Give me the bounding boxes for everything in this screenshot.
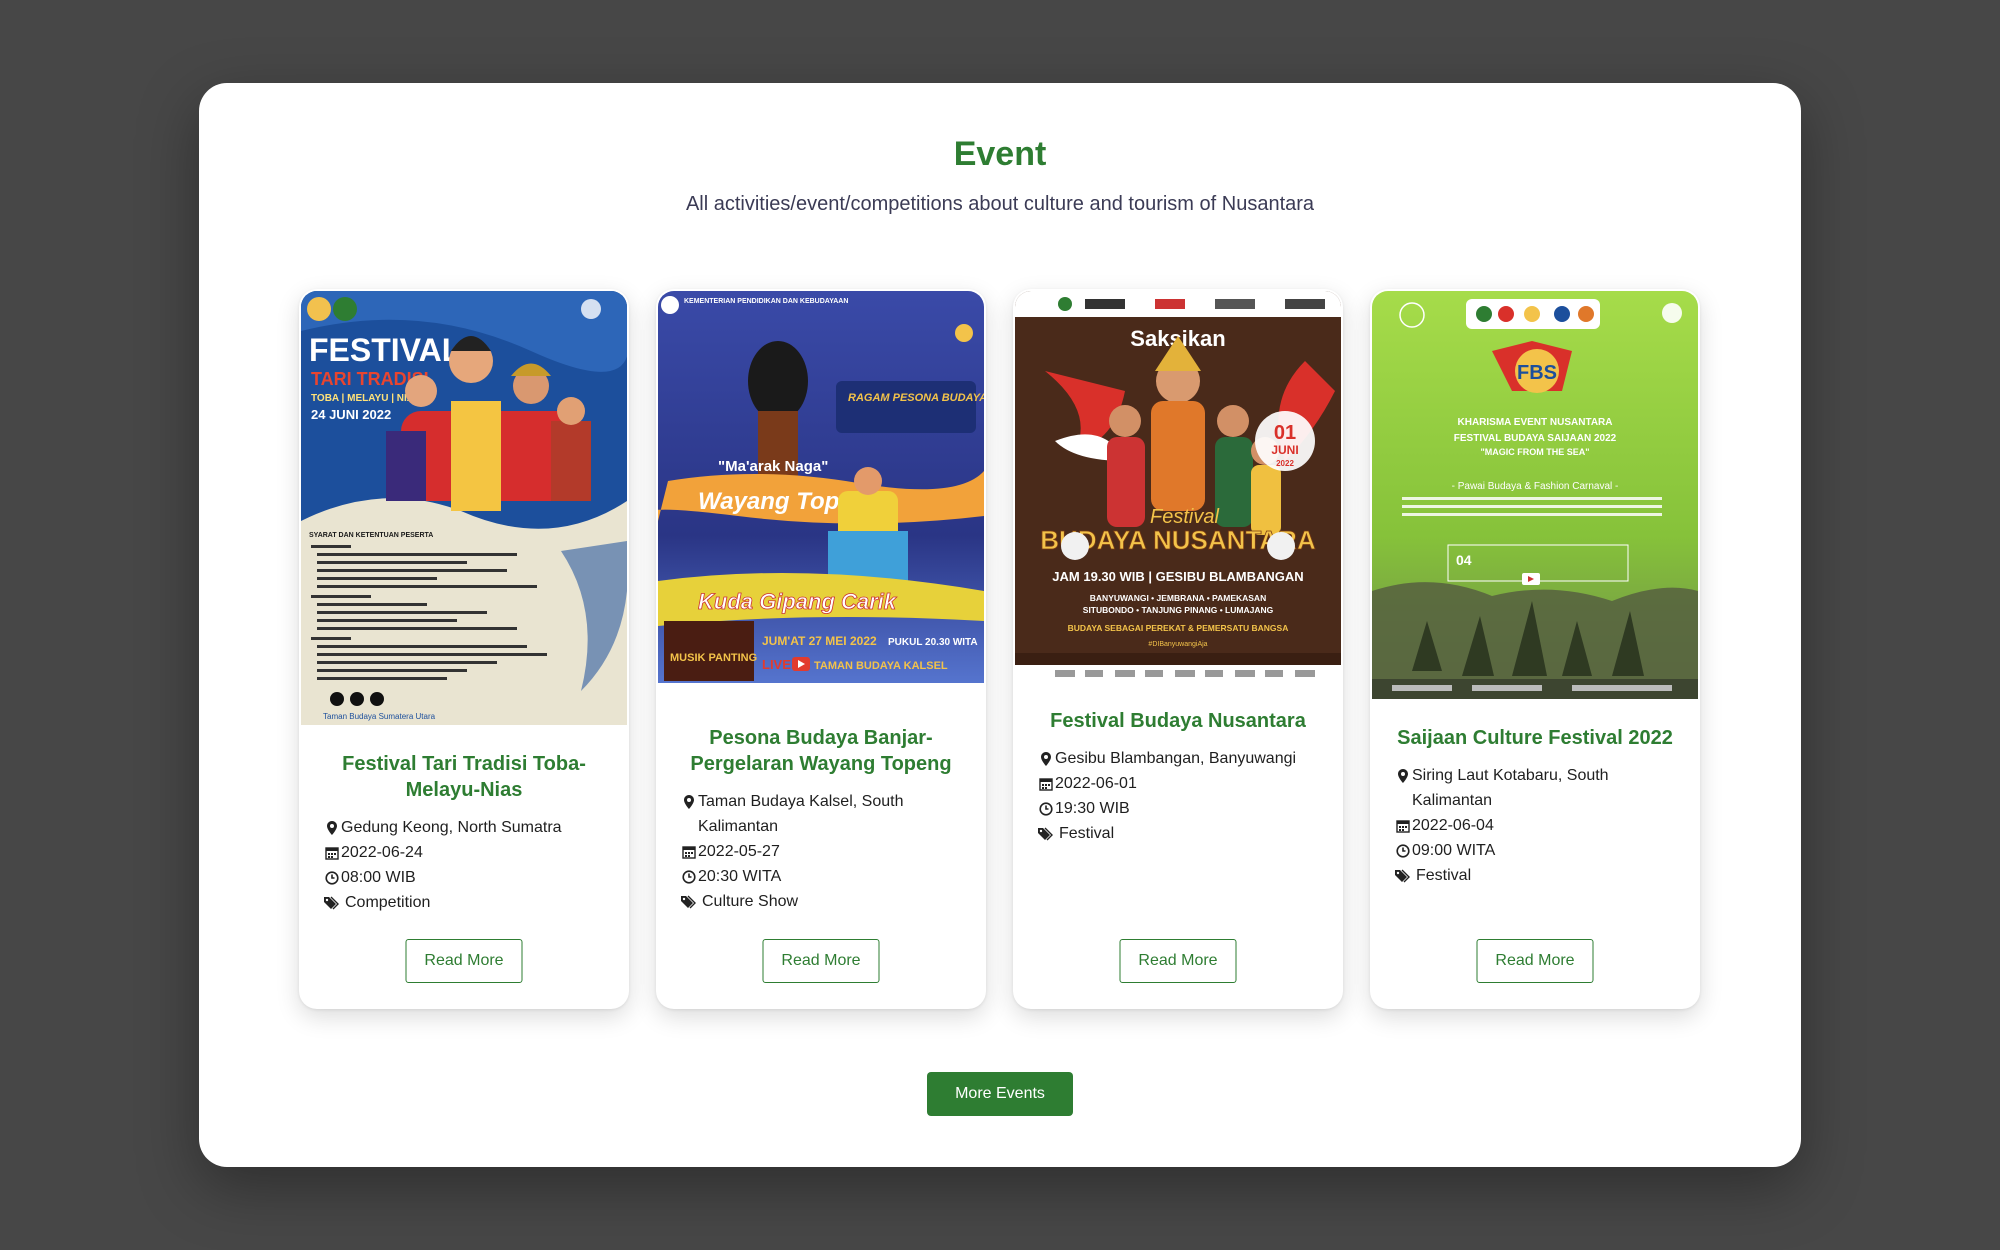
poster-hashtag: #DIBanyuwangiAja [1148,641,1207,648]
poster-sanggar: MUSIK PANTING [670,652,757,664]
clock-icon [1394,838,1412,863]
event-category: Festival [1059,825,1115,842]
event-time: 09:00 WITA [1412,842,1496,859]
event-category: Competition [345,894,431,911]
poster-header: KEMENTERIAN PENDIDIKAN DAN KEBUDAYAAN [684,298,848,305]
event-poster[interactable]: KEMENTERIAN PENDIDIKAN DAN KEBUDAYAAN RA… [658,291,984,699]
poster-date: 24 JUNI 2022 [311,407,391,422]
read-more-button[interactable]: Read More [762,939,880,983]
poster-regions: BANYUWANGI • JEMBRANA • PAMEKASAN [1090,593,1266,603]
event-location: Gesibu Blambangan, Banyuwangi [1055,750,1297,767]
event-title[interactable]: Pesona Budaya Banjar-Pergelaran Wayang T… [680,725,962,777]
poster-line1: KHARISMA EVENT NUSANTARA [1458,417,1613,428]
poster-footer: Taman Budaya Sumatera Utara [323,712,436,721]
calendar-icon [323,840,341,865]
event-date: 2022-06-04 [1412,817,1494,834]
poster-when: JAM 19.30 WIB | GESIBU BLAMBANGAN [1052,569,1303,584]
event-card[interactable]: Saksikan 01 JUNI 2022 [1013,289,1343,1009]
section-subtitle: All activities/event/competitions about … [685,193,1315,215]
poster-heading: FESTIVAL [309,332,461,368]
event-date: 2022-06-01 [1055,775,1137,792]
read-more-button[interactable]: Read More [1119,939,1237,983]
tags-icon [1037,821,1055,846]
poster-day: 01 [1274,422,1296,444]
map-marker-icon [323,815,341,840]
event-date: 2022-05-27 [698,843,780,860]
poster-year: 2022 [1276,459,1294,468]
poster-regions2: SITUBONDO • TANJUNG PINANG • LUMAJANG [1083,605,1274,615]
section-title: Event [953,135,1047,173]
event-category: Culture Show [702,893,799,910]
events-panel: Event All activities/event/competitions … [199,83,1801,1167]
event-location: Taman Budaya Kalsel, South Kalimantan [698,793,904,835]
tags-icon [680,889,698,914]
event-time: 08:00 WIB [341,869,416,886]
event-poster[interactable]: Saksikan 01 JUNI 2022 [1015,291,1341,682]
event-date: 2022-06-24 [341,844,423,861]
event-title[interactable]: Festival Budaya Nusantara [1037,708,1319,734]
event-location: Gedung Keong, North Sumatra [341,819,562,836]
event-time: 20:30 WITA [698,868,782,885]
poster-month: JUNI [1271,443,1298,457]
poster-headline1: "Ma'arak Naga" [718,458,828,475]
clock-icon [323,865,341,890]
poster-sub2: TOBA | MELAYU | NIAS [311,393,421,404]
tags-icon [1394,863,1412,888]
event-title[interactable]: Saijaan Culture Festival 2022 [1394,725,1676,751]
poster-rules-title: SYARAT DAN KETENTUAN PESERTA [309,532,433,539]
poster-line4: - Pawai Budaya & Fashion Carnaval - [1452,481,1619,492]
poster-badge: RAGAM PESONA BUDAYA BANJAR 2022 [848,392,984,404]
calendar-icon [1394,813,1412,838]
map-marker-icon [1394,763,1412,788]
event-time: 19:30 WIB [1055,800,1130,817]
event-title[interactable]: Festival Tari Tradisi Toba-Melayu-Nias [323,751,605,803]
poster-headline3: Kuda Gipang Carik [698,589,898,614]
event-card[interactable]: FBS KHARISMA EVENT NUSANTARA FESTIVAL BU… [1370,289,1700,1009]
poster-time: PUKUL 20.30 WITA [888,637,978,648]
tags-icon [323,890,341,915]
event-poster[interactable]: FBS KHARISMA EVENT NUSANTARA FESTIVAL BU… [1372,291,1698,699]
poster-channel: TAMAN BUDAYA KALSEL [814,660,948,672]
more-events-button[interactable]: More Events [927,1072,1073,1116]
event-card[interactable]: FESTIVAL TARI TRADISI TOBA | MELAYU | NI… [299,289,629,1009]
event-location: Siring Laut Kotabaru, South Kalimantan [1412,767,1609,809]
map-marker-icon [1037,746,1055,771]
calendar-icon [680,839,698,864]
clock-icon [680,864,698,889]
poster-tagline: BUDAYA SEBAGAI PEREKAT & PEMERSATU BANGS… [1068,623,1289,633]
read-more-button[interactable]: Read More [405,939,523,983]
event-category: Festival [1416,867,1472,884]
poster-logo: FBS [1517,362,1557,384]
calendar-icon [1037,771,1055,796]
poster-line3: "MAGIC FROM THE SEA" [1480,447,1589,457]
event-poster[interactable]: FESTIVAL TARI TRADISI TOBA | MELAYU | NI… [301,291,627,725]
poster-line2: FESTIVAL BUDAYA SAIJAAN 2022 [1454,433,1617,444]
clock-icon [1037,796,1055,821]
poster-date: JUM'AT 27 MEI 2022 [762,634,877,648]
event-card[interactable]: KEMENTERIAN PENDIDIKAN DAN KEBUDAYAAN RA… [656,289,986,1009]
map-marker-icon [680,789,698,814]
poster-date-day: 04 [1456,552,1472,568]
read-more-button[interactable]: Read More [1476,939,1594,983]
poster-live: LIVE [762,657,791,672]
